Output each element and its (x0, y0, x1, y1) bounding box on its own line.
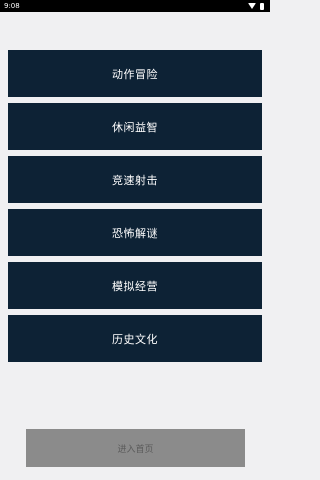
category-button-action-adventure[interactable]: 动作冒险 (8, 50, 262, 97)
status-bar: 9:08 (0, 0, 270, 12)
wifi-icon (248, 3, 256, 9)
category-button-history-culture[interactable]: 历史文化 (8, 315, 262, 362)
battery-icon (260, 2, 264, 10)
category-button-horror-mystery[interactable]: 恐怖解谜 (8, 209, 262, 256)
category-button-simulation[interactable]: 模拟经营 (8, 262, 262, 309)
category-label: 历史文化 (112, 332, 158, 346)
category-button-racing-shooting[interactable]: 竞速射击 (8, 156, 262, 203)
status-time: 9:08 (4, 2, 20, 10)
category-label: 休闲益智 (112, 120, 158, 134)
category-label: 动作冒险 (112, 67, 158, 81)
category-list: 动作冒险 休闲益智 竞速射击 恐怖解谜 模拟经营 历史文化 (8, 50, 262, 368)
enter-home-button[interactable]: 进入首页 (26, 429, 245, 467)
category-label: 竞速射击 (112, 173, 158, 187)
status-icons (248, 0, 264, 12)
enter-home-label: 进入首页 (117, 444, 154, 455)
category-label: 恐怖解谜 (112, 226, 158, 240)
category-label: 模拟经营 (112, 279, 158, 293)
category-button-casual-puzzle[interactable]: 休闲益智 (8, 103, 262, 150)
